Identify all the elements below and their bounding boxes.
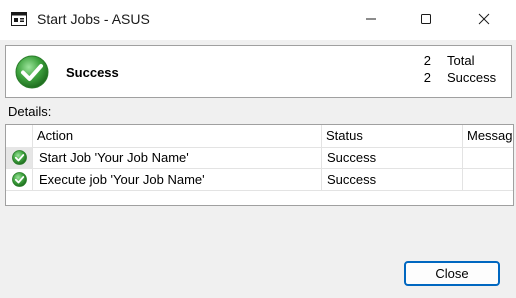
start-jobs-dialog: Start Jobs - ASUS Success 2 Total 2 Succ… (0, 0, 516, 298)
success-check-icon (15, 55, 49, 89)
summary-panel: Success 2 Total 2 Success (5, 45, 512, 98)
cell-status: Success (322, 169, 463, 190)
title-bar[interactable]: Start Jobs - ASUS (0, 0, 516, 40)
row-selector-header (6, 125, 33, 147)
success-check-icon (12, 150, 27, 165)
success-label: Success (447, 70, 497, 85)
minimize-button[interactable] (348, 0, 394, 40)
total-label: Total (447, 53, 475, 68)
success-count: 2 (423, 70, 431, 85)
maximize-icon (420, 13, 432, 28)
grid-header: Action Status Message (6, 125, 513, 148)
column-header-message[interactable]: Message (463, 125, 513, 147)
table-row[interactable]: Start Job 'Your Job Name' Success (6, 147, 513, 169)
cell-action: Start Job 'Your Job Name' (33, 147, 322, 168)
window-app-icon (11, 12, 27, 26)
table-row[interactable]: Execute job 'Your Job Name' Success (6, 169, 513, 191)
success-check-icon (12, 172, 27, 187)
row-selector[interactable] (6, 169, 33, 190)
close-window-button[interactable] (461, 0, 507, 40)
minimize-icon (365, 13, 377, 28)
cell-action: Execute job 'Your Job Name' (33, 169, 322, 190)
column-header-action[interactable]: Action (33, 125, 322, 147)
total-count: 2 (423, 53, 431, 68)
row-selector[interactable] (6, 147, 33, 168)
close-button[interactable]: Close (404, 261, 500, 286)
column-header-status[interactable]: Status (322, 125, 463, 147)
cell-status: Success (322, 147, 463, 168)
maximize-button[interactable] (403, 0, 449, 40)
overall-status: Success (66, 65, 119, 80)
cell-message (463, 169, 513, 190)
close-icon (478, 13, 490, 28)
cell-message (463, 147, 513, 168)
details-grid[interactable]: Action Status Message (5, 124, 514, 206)
details-label: Details: (8, 104, 52, 119)
window-title: Start Jobs - ASUS (37, 11, 150, 27)
